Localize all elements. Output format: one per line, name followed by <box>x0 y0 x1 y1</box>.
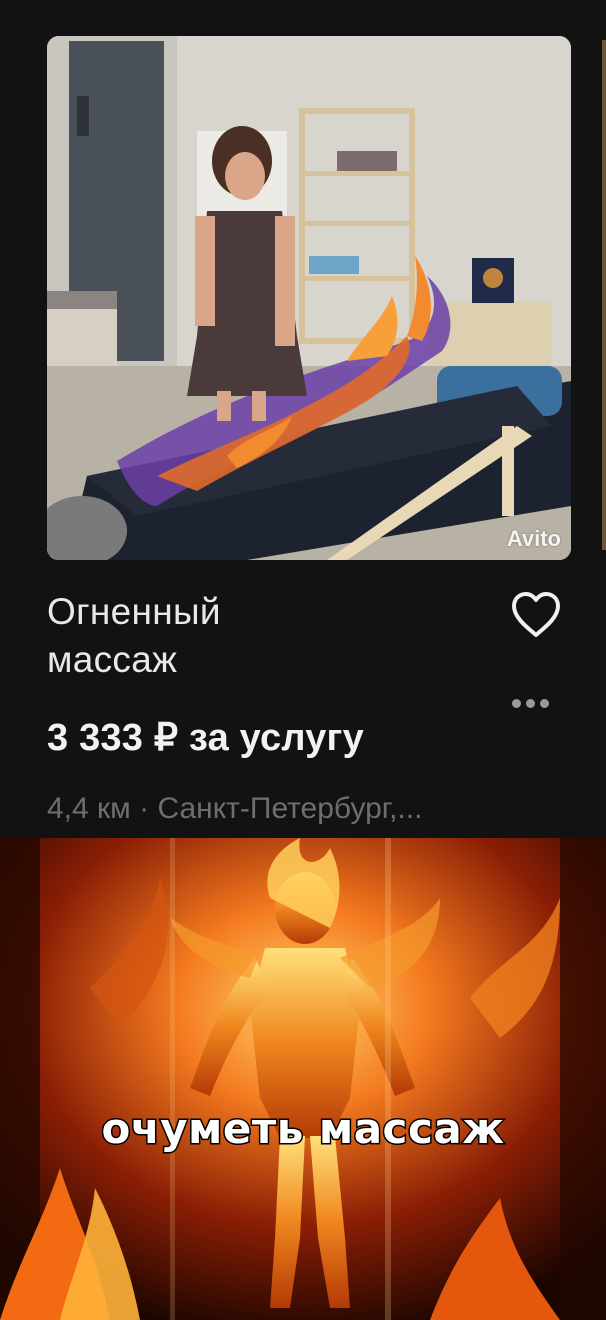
fire-figure-illustration <box>0 838 606 1320</box>
meme-image: очуметь массаж <box>0 838 606 1320</box>
massage-room-photo <box>47 36 571 560</box>
listing-title[interactable]: Огненный массаж <box>47 588 347 684</box>
avito-watermark: Avito <box>506 526 561 551</box>
more-options-button[interactable] <box>512 695 560 715</box>
listing-photo[interactable]: Avito <box>47 36 571 560</box>
listing-title-line2: массаж <box>47 639 178 680</box>
next-photo-edge <box>602 40 606 550</box>
favorite-button[interactable] <box>508 590 564 640</box>
meme-caption: очуметь массаж <box>100 1103 506 1155</box>
listing-location: 4,4 км · Санкт-Петербург,... <box>47 792 423 825</box>
heart-outline-icon <box>512 592 560 637</box>
listing-card[interactable]: Avito Огненный массаж 3 333 ₽ за услугу … <box>0 0 606 838</box>
listing-price: 3 333 ₽ за услугу <box>47 717 364 759</box>
more-dots-icon <box>512 699 521 708</box>
listing-title-line1: Огненный <box>47 591 221 632</box>
